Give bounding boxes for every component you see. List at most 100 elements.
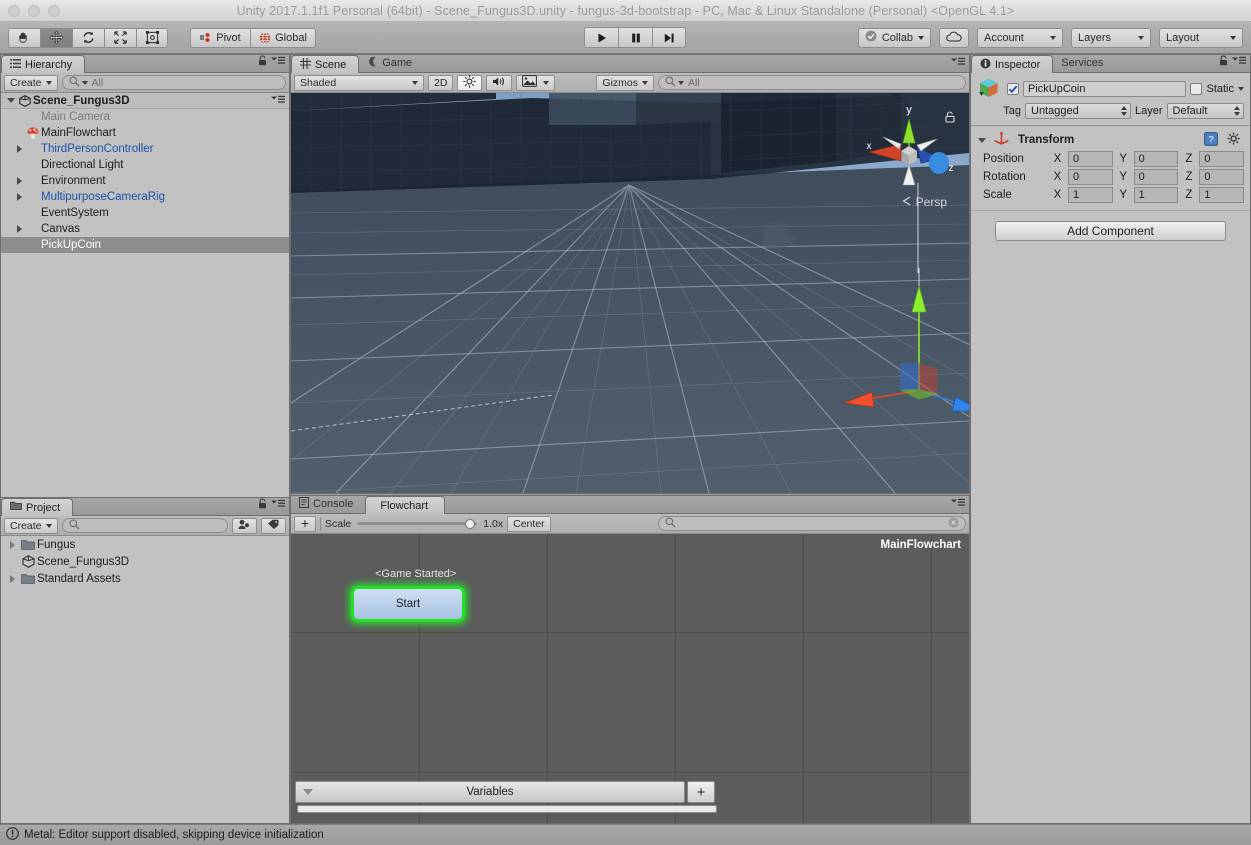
hierarchy-search-input[interactable]: All [61,75,286,90]
flowchart-add-block-button[interactable]: + [294,515,316,532]
transform-scale-x-input[interactable]: 1 [1068,187,1113,203]
variables-header-button[interactable]: Variables [295,781,685,803]
transform-position-z-input[interactable]: 0 [1199,151,1245,167]
toolbar-right-group[interactable]: Collab Account Layers Layout [857,27,1243,48]
transform-rotation-z-input[interactable]: 0 [1199,169,1245,185]
lock-icon[interactable] [258,55,267,69]
hierarchy-item-eventsystem[interactable]: EventSystem [1,205,289,221]
collab-button[interactable]: Collab [857,27,931,48]
hand-tool-button[interactable] [8,27,40,48]
expand-toggle[interactable] [5,574,19,583]
transform-foldout-toggle[interactable] [975,137,989,143]
scene-row-menu-icon[interactable] [271,95,285,107]
tab-console[interactable]: Console [291,495,365,513]
pivot-global-group[interactable]: Pivot Global [190,27,316,48]
inspector-tab-menu[interactable] [1219,55,1246,69]
static-dropdown-icon[interactable] [1238,87,1244,91]
project-item-standard-assets[interactable]: Standard Assets [1,570,289,587]
static-checkbox[interactable] [1190,83,1203,95]
panel-menu-icon[interactable] [271,499,285,511]
gizmos-dropdown[interactable]: Gizmos [596,74,654,91]
hierarchy-item-canvas[interactable]: Canvas [1,221,289,237]
tab-project[interactable]: Project [1,498,74,516]
tab-game[interactable]: Game [359,54,424,72]
move-gizmo[interactable] [806,268,969,448]
rotate-tool-button[interactable] [72,27,104,48]
hierarchy-tab-menu[interactable] [258,55,285,69]
project-tree[interactable]: Fungus Scene_Fungus3D Standard Assets [1,536,289,823]
hierarchy-item-thirdpersoncontroller[interactable]: ThirdPersonController [1,141,289,157]
hierarchy-tree[interactable]: Scene_Fungus3D Main Camera MainFlowchart T… [1,93,289,500]
hierarchy-item-pickupcoin[interactable]: PickUpCoin [1,237,289,253]
move-tool-button[interactable] [40,27,72,48]
expand-toggle[interactable] [13,225,25,233]
step-button[interactable] [652,27,686,48]
gameobject-enabled-checkbox[interactable] [1007,83,1019,95]
flowchart-search-input[interactable] [658,516,966,531]
pivot-toggle-button[interactable]: Pivot [190,27,250,48]
shading-mode-dropdown[interactable]: Shaded [294,74,424,91]
panel-menu-icon[interactable] [951,57,965,69]
panel-menu-icon[interactable] [951,498,965,510]
flowchart-tab-menu[interactable] [951,498,965,510]
transform-rotation-y-input[interactable]: 0 [1133,169,1179,185]
playback-controls[interactable] [584,27,686,48]
search-dropdown-icon[interactable] [81,80,88,85]
gameobject-name-input[interactable]: PickUpCoin [1023,81,1187,97]
lock-icon[interactable] [1219,55,1228,69]
help-icon[interactable]: ? [1204,131,1218,149]
rect-transform-tool-button[interactable] [136,27,168,48]
layout-button[interactable]: Layout [1159,27,1243,48]
hierarchy-scene-root[interactable]: Scene_Fungus3D [1,93,289,109]
expand-toggle[interactable] [13,145,25,153]
tab-services[interactable]: Services [1053,54,1115,72]
search-dropdown-icon[interactable] [678,80,684,85]
panel-menu-icon[interactable] [1232,56,1246,68]
status-bar[interactable]: Metal: Editor support disabled, skipping… [0,824,1251,845]
tab-flowchart[interactable]: Flowchart [365,496,446,514]
toggle-audio-button[interactable] [486,74,513,91]
hierarchy-item-environment[interactable]: Environment [1,173,289,189]
project-filter-type-button[interactable] [232,517,257,534]
flowchart-canvas[interactable]: MainFlowchart <Game Started> Start Varia… [291,534,969,823]
hierarchy-item-mainflowchart[interactable]: MainFlowchart [1,125,289,141]
account-button[interactable]: Account [977,27,1063,48]
tab-scene[interactable]: Scene [291,55,360,73]
hierarchy-item-directional-light[interactable]: Directional Light [1,157,289,173]
project-filter-label-button[interactable] [261,517,286,534]
project-create-button[interactable]: Create [4,517,58,534]
transform-position-x-input[interactable]: 0 [1068,151,1113,167]
scene-tab-menu[interactable] [951,57,965,69]
cloud-button[interactable] [939,27,969,48]
transform-scale-z-input[interactable]: 1 [1199,187,1245,203]
add-component-button[interactable]: Add Component [995,221,1226,241]
transform-scale-y-input[interactable]: 1 [1133,187,1179,203]
scene-viewport[interactable]: y x z Persp [291,93,969,493]
tag-dropdown[interactable]: Untagged [1025,103,1131,119]
flowchart-center-button[interactable]: Center [507,515,551,532]
tab-hierarchy[interactable]: Hierarchy [1,55,86,73]
transform-position-y-input[interactable]: 0 [1133,151,1179,167]
flowchart-scale-control[interactable]: Scale 1.0x [325,518,503,530]
scene-projection-indicator[interactable]: Persp [901,195,947,209]
pause-button[interactable] [618,27,652,48]
transform-rotation-x-input[interactable]: 0 [1068,169,1113,185]
scale-slider-handle[interactable] [465,518,476,529]
layer-dropdown[interactable]: Default [1166,103,1244,119]
project-search-input[interactable] [61,518,228,533]
project-item-scene-fungus3d[interactable]: Scene_Fungus3D [1,553,289,570]
toggle-2d-button[interactable]: 2D [428,74,454,91]
add-variable-button[interactable]: + [687,781,715,803]
flowchart-scale-slider[interactable] [357,518,478,530]
project-item-fungus[interactable]: Fungus [1,536,289,553]
clear-search-icon[interactable] [948,517,959,531]
scene-gizmo-lock-icon[interactable] [945,111,955,126]
project-tab-menu[interactable] [258,498,285,512]
gear-icon[interactable] [1227,132,1241,149]
expand-toggle[interactable] [5,540,19,549]
hierarchy-item-main-camera[interactable]: Main Camera [1,109,289,125]
lock-icon[interactable] [258,498,267,512]
scene-search-input[interactable]: All [658,75,966,90]
layers-button[interactable]: Layers [1071,27,1151,48]
transform-tools-group[interactable] [8,27,168,48]
